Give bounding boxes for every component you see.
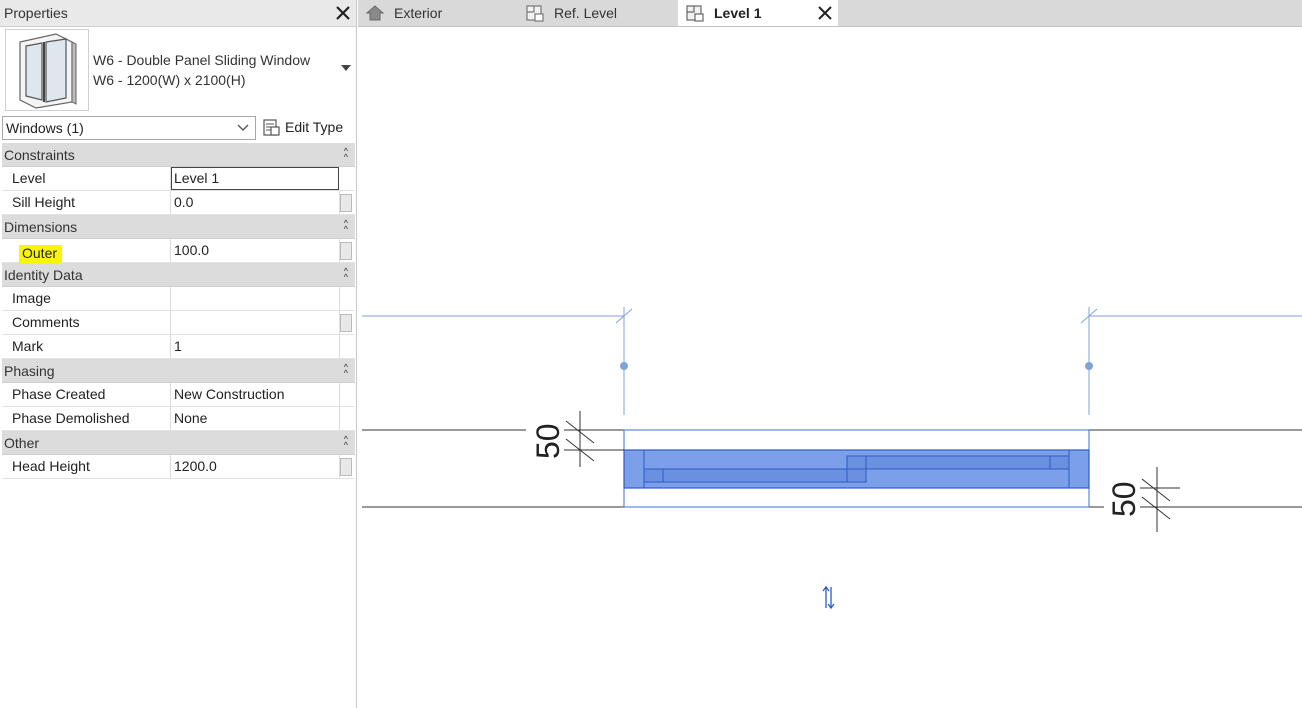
- property-value: Level 1: [174, 170, 220, 186]
- property-name: Phase Demolished: [12, 410, 130, 426]
- property-row-comments: Comments: [2, 311, 355, 335]
- category-label: Phasing: [4, 363, 55, 379]
- property-row-phase-created: Phase Created New Construction: [2, 383, 355, 407]
- plan-view-icon: [526, 5, 544, 22]
- property-name: Sill Height: [12, 194, 76, 210]
- drawing-canvas[interactable]: 50 50: [358, 27, 1302, 708]
- property-name: Mark: [12, 338, 44, 354]
- collapse-icon[interactable]: ^ ^: [344, 435, 348, 450]
- properties-title: Properties: [4, 5, 68, 21]
- tab-level-1[interactable]: Level 1: [678, 0, 838, 26]
- properties-grid: Constraints ^ ^ Level Level 1 Sill Height…: [2, 143, 355, 479]
- property-row-image: Image: [2, 287, 355, 311]
- chevron-down-icon: [237, 124, 249, 131]
- type-size-name: W6 - 1200(W) x 2100(H): [93, 72, 246, 88]
- property-row-outer-frame-depth: Outer Frme Depth 100.0: [2, 239, 355, 293]
- associate-parameter-button[interactable]: [340, 242, 352, 260]
- collapse-icon[interactable]: ^ ^: [344, 267, 348, 282]
- property-name: Head Height: [12, 458, 90, 474]
- dimension-right-text: 50: [1106, 481, 1142, 517]
- property-row-head-height: Head Height 1200.0: [2, 455, 355, 479]
- type-family-name: W6 - Double Panel Sliding Window: [93, 52, 311, 68]
- type-selector[interactable]: W6 - Double Panel Sliding Window W6 - 12…: [0, 27, 356, 113]
- tab-label: Exterior: [394, 5, 443, 21]
- mark-value-field[interactable]: 1: [171, 335, 340, 358]
- tab-label: Ref. Level: [554, 5, 618, 21]
- outer-frame-depth-value-field[interactable]: 100.0: [171, 239, 340, 262]
- associate-parameter-button[interactable]: [340, 458, 352, 476]
- selected-window[interactable]: [623, 449, 1090, 489]
- close-icon[interactable]: [333, 3, 353, 23]
- property-value: New Construction: [174, 386, 285, 402]
- collapse-icon[interactable]: ^ ^: [344, 363, 348, 378]
- category-label: Constraints: [4, 147, 75, 163]
- property-name: Phase Created: [12, 386, 106, 402]
- instance-filter-dropdown[interactable]: Windows (1): [2, 116, 256, 140]
- category-other[interactable]: Other ^ ^: [2, 431, 355, 455]
- elevation-view-icon: [365, 5, 385, 21]
- collapse-icon[interactable]: ^ ^: [344, 219, 348, 234]
- dimension-right[interactable]: [1140, 467, 1180, 532]
- category-dimensions[interactable]: Dimensions ^ ^: [2, 215, 355, 239]
- dimension-left[interactable]: [564, 411, 624, 467]
- level-value-field[interactable]: Level 1: [171, 167, 339, 190]
- instance-filter-value: Windows (1): [6, 120, 84, 136]
- dropdown-arrow-icon[interactable]: [341, 65, 351, 71]
- tab-exterior[interactable]: Exterior: [358, 0, 518, 26]
- category-label: Dimensions: [4, 219, 78, 235]
- phase-created-value-field[interactable]: New Construction: [171, 383, 340, 406]
- head-height-value-field[interactable]: 1200.0: [171, 455, 340, 478]
- category-label: Identity Data: [4, 267, 83, 283]
- property-name: Image: [12, 290, 51, 306]
- property-value: 0.0: [174, 194, 194, 210]
- property-row-mark: Mark 1: [2, 335, 355, 359]
- close-icon[interactable]: [816, 4, 834, 22]
- dimension-left-text: 50: [530, 423, 566, 459]
- associate-parameter-button[interactable]: [340, 314, 352, 332]
- property-value: 100.0: [174, 242, 210, 258]
- property-name: Level: [12, 170, 46, 186]
- edit-type-label: Edit Type: [285, 119, 344, 135]
- property-value: 1200.0: [174, 458, 217, 474]
- property-name: Comments: [12, 314, 80, 330]
- edit-type-icon: [263, 119, 280, 136]
- property-value: 1: [174, 338, 182, 354]
- reference-lines: [362, 307, 1302, 415]
- category-constraints[interactable]: Constraints ^ ^: [2, 143, 355, 167]
- view-tab-bar: Exterior Ref. Level Level 1: [358, 0, 1302, 27]
- floor-plan-drawing: 50 50: [362, 307, 1302, 610]
- tab-ref-level[interactable]: Ref. Level: [518, 0, 678, 26]
- comments-value-field[interactable]: [171, 311, 340, 334]
- property-row-sill-height: Sill Height 0.0: [2, 191, 355, 215]
- property-value: None: [174, 410, 208, 426]
- properties-title-bar: Properties: [0, 0, 356, 27]
- image-value-field[interactable]: [171, 287, 340, 310]
- phase-demolished-value-field[interactable]: None: [171, 407, 340, 430]
- category-identity-data[interactable]: Identity Data ^ ^: [2, 263, 355, 287]
- sill-height-value-field[interactable]: 0.0: [171, 191, 340, 214]
- flip-control-icon[interactable]: [822, 585, 835, 610]
- associate-parameter-button[interactable]: [340, 194, 352, 212]
- category-phasing[interactable]: Phasing ^ ^: [2, 359, 355, 383]
- window-type-thumbnail: [5, 29, 89, 111]
- collapse-icon[interactable]: ^ ^: [344, 147, 348, 162]
- sliding-window-icon: [19, 33, 77, 109]
- plan-view-icon: [686, 5, 704, 22]
- properties-palette: Properties W6 - Double Panel Sliding Win…: [0, 0, 357, 708]
- property-row-phase-demolished: Phase Demolished None: [2, 407, 355, 431]
- property-row-level: Level Level 1: [2, 167, 355, 191]
- tab-label: Level 1: [714, 5, 762, 21]
- category-label: Other: [4, 435, 40, 451]
